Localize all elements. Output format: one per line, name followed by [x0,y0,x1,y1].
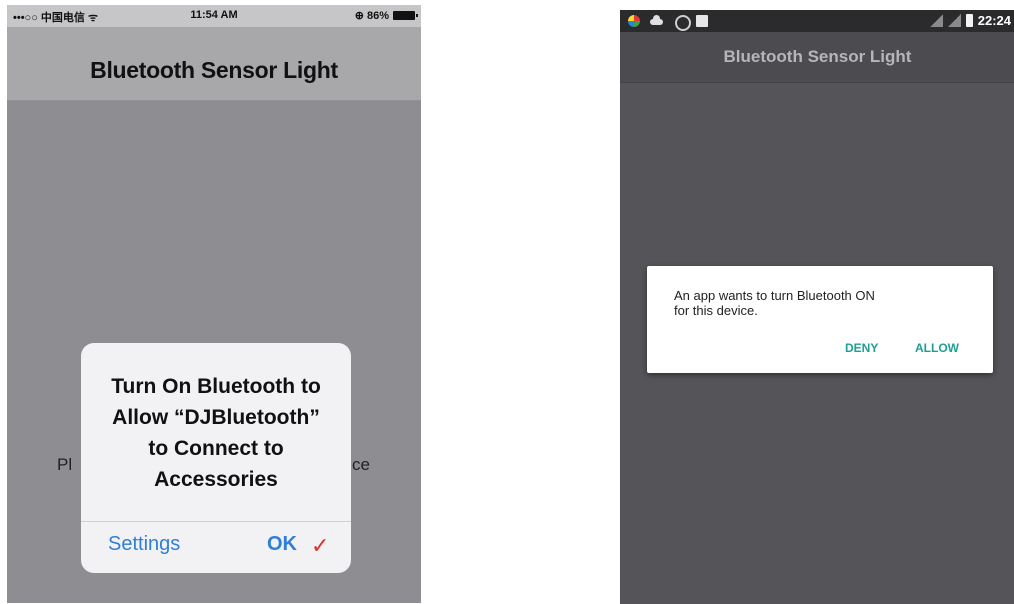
signal-icon [929,14,943,27]
page-title: Bluetooth Sensor Light [90,57,338,83]
ios-screenshot: •••○○ 中国电信 ᯤ 11:54 AM ⊕ 86% Bluetooth Se… [7,5,421,603]
settings-button[interactable]: Settings [108,533,180,556]
dialog-message: An app wants to turn Bluetooth ON for th… [674,288,974,318]
app-icon [628,15,640,27]
alert-message-line: Turn On Bluetooth to [111,375,321,398]
allow-button[interactable]: ALLOW [915,341,959,355]
battery-icon [393,11,418,20]
alert-message-line: Allow “DJBluetooth” [112,406,320,429]
ios-nav-bar: Bluetooth Sensor Light [7,27,421,101]
check-mark-icon: ✓ [311,533,330,558]
status-right-group: 22:24 [929,13,1011,28]
status-time: 22:24 [977,13,1011,28]
battery-icon [965,14,973,27]
image-icon [696,15,708,27]
page-title: Bluetooth Sensor Light [723,47,912,66]
alert-message-line: Accessories [154,468,278,491]
battery-status: ⊕ 86% [354,9,418,22]
android-status-bar: 22:24 [620,10,1014,32]
deny-button[interactable]: DENY [845,341,878,355]
battery-percent: ⊕ 86% [354,10,389,22]
alert-message: Turn On Bluetooth to Allow “DJBluetooth”… [91,371,341,495]
dialog-message-line: An app wants to turn Bluetooth ON [674,288,875,303]
background-text-left: Pl [57,455,73,474]
signal-icon [947,14,961,27]
bluetooth-permission-dialog: An app wants to turn Bluetooth ON for th… [647,266,993,373]
alert-divider [81,521,351,522]
background-text-right: ce [352,455,370,474]
ios-status-bar: •••○○ 中国电信 ᯤ 11:54 AM ⊕ 86% [7,5,421,27]
sync-icon [675,15,691,31]
cloud-icon [650,15,663,27]
ok-button[interactable]: OK [267,533,297,556]
android-screenshot: 22:24 Bluetooth Sensor Light An app want… [620,10,1014,604]
alert-message-line: to Connect to [148,437,284,460]
dialog-message-line: for this device. [674,303,758,318]
bluetooth-alert-dialog: Turn On Bluetooth to Allow “DJBluetooth”… [81,343,351,573]
